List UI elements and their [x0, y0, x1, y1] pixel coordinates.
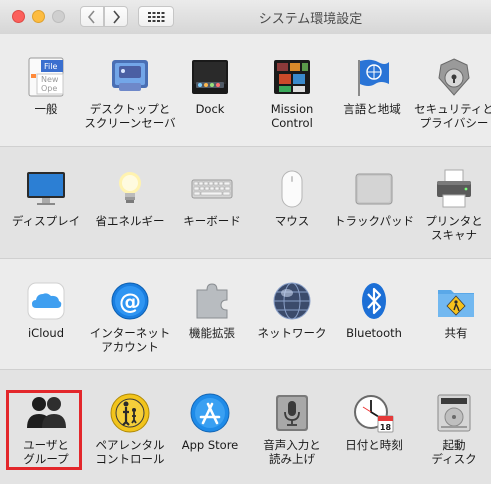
section-internet	[0, 259, 491, 370]
extensions-icon	[196, 283, 228, 319]
icloud-icon	[27, 282, 65, 320]
pane-label: 起動 ディスク	[431, 438, 477, 466]
network-icon	[273, 282, 311, 320]
printer-scanner-icon	[437, 169, 471, 208]
calendar-day: 18	[380, 423, 392, 432]
startup-disk-icon	[437, 394, 471, 432]
dictation-speech-icon	[276, 395, 308, 431]
title-bar: システム環境設定	[0, 0, 491, 35]
pane-label: 一般	[34, 102, 58, 116]
mission-control-icon	[274, 60, 310, 94]
dock-icon	[192, 60, 228, 94]
pane-label: プリンタと スキャナ	[425, 214, 483, 242]
system-preferences-window: システム環境設定 File New Ope 一般 デスクトップと スクリーンセー…	[0, 0, 491, 484]
general-icon-text-1: File	[44, 62, 57, 71]
selection-highlight-box	[6, 390, 82, 470]
mouse-icon	[281, 170, 303, 208]
pane-label: セキュリティと プライバシー	[414, 102, 491, 130]
parental-controls-icon	[110, 393, 150, 433]
sharing-icon	[438, 290, 474, 317]
trackpad-icon	[355, 173, 393, 205]
general-icon: File New Ope	[28, 57, 64, 97]
svg-text:@: @	[119, 290, 141, 315]
date-time-icon: 18	[354, 395, 394, 433]
internet-accounts-icon: @	[111, 282, 149, 320]
section-hardware	[0, 147, 491, 259]
general-icon-text-2: New	[41, 75, 59, 84]
display-icon	[27, 172, 65, 205]
section-personal	[0, 34, 491, 147]
energy-saver-icon	[119, 172, 141, 203]
keyboard-icon	[191, 179, 233, 199]
desktop-screensaver-icon	[112, 60, 148, 91]
window-title: システム環境設定	[258, 12, 363, 27]
pane-label: 共有	[444, 326, 468, 340]
app-store-icon	[190, 393, 230, 433]
bluetooth-icon	[362, 283, 386, 319]
language-region-icon	[358, 59, 389, 96]
general-icon-text-3: Ope	[41, 84, 57, 93]
security-privacy-icon	[438, 58, 470, 96]
pane-label: ディスプレイ	[11, 214, 81, 228]
pane-label: iCloud	[27, 326, 65, 340]
